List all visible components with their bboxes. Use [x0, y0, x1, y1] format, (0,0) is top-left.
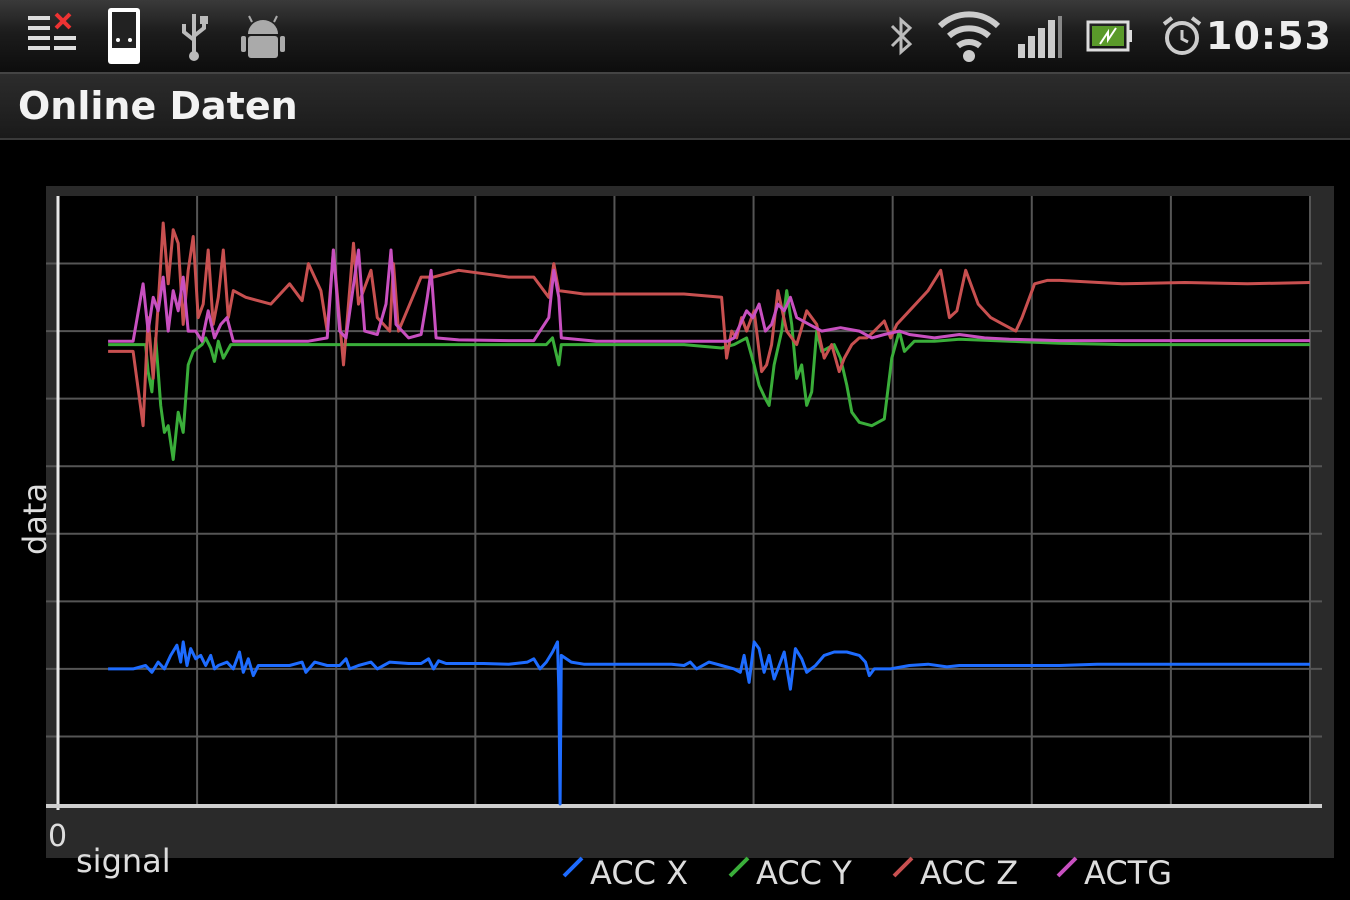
- legend-item-acc-x: ACC X: [562, 854, 688, 892]
- plot-area: [58, 196, 1310, 804]
- chart-legend: ACC X ACC Y ACC Z ACTG: [562, 854, 1172, 892]
- bluetooth-icon: [890, 16, 913, 56]
- legend-item-acc-y: ACC Y: [728, 854, 852, 892]
- legend-swatch: [1056, 856, 1078, 878]
- signal-icon: [1018, 16, 1062, 58]
- legend-swatch: [728, 856, 750, 878]
- x-axis-label: signal: [76, 842, 171, 880]
- legend-swatch: [892, 856, 914, 878]
- status-clock: 10:53: [1206, 14, 1332, 58]
- legend-label: ACC X: [590, 854, 688, 892]
- notification-list-icon: [28, 12, 76, 50]
- legend-item-acc-z: ACC Z: [892, 854, 1018, 892]
- alarm-clock-icon: [1162, 16, 1202, 55]
- wifi-icon: [937, 11, 1001, 62]
- line-chart[interactable]: 0 signal data ACC X ACC Y ACC Z ACTG: [0, 140, 1350, 900]
- legend-label: ACC Y: [756, 854, 852, 892]
- page-title: Online Daten: [18, 84, 298, 128]
- legend-item-actg: ACTG: [1056, 854, 1172, 892]
- app-title-bar: Online Daten: [0, 74, 1350, 140]
- battery-charging-icon: [1086, 20, 1132, 52]
- legend-swatch: [562, 856, 584, 878]
- usb-icon: [182, 14, 208, 61]
- legend-label: ACTG: [1084, 854, 1172, 892]
- status-bar: 10:53: [0, 0, 1350, 74]
- x-origin-label: 0: [48, 819, 67, 854]
- legend-label: ACC Z: [920, 854, 1018, 892]
- android-debug-icon: [241, 15, 285, 58]
- sim-card-icon: [108, 8, 140, 64]
- y-axis-label: data: [16, 483, 54, 555]
